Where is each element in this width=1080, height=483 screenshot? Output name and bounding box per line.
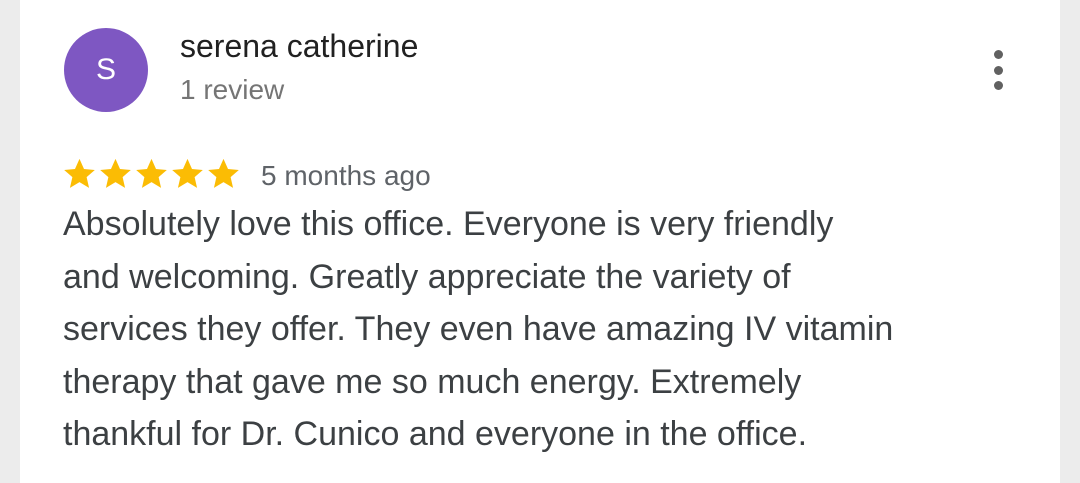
more-options-button[interactable] (984, 46, 1012, 94)
reviewer-name[interactable]: serena catherine (180, 28, 418, 65)
avatar[interactable]: S (64, 28, 148, 112)
star-icon (100, 158, 131, 188)
more-vertical-icon (993, 50, 1003, 59)
review-card: S serena catherine 1 review 5 months ago… (20, 0, 1060, 483)
star-icon (208, 158, 239, 188)
more-vertical-icon-dot (993, 81, 1003, 90)
review-time: 5 months ago (261, 160, 431, 191)
reviewer-review-count: 1 review (180, 74, 285, 105)
star-icon (64, 158, 95, 188)
star-icon (136, 158, 167, 188)
star-rating (62, 156, 241, 192)
more-vertical-icon-dot (993, 65, 1003, 75)
star-icon (172, 158, 203, 188)
review-text: Absolutely love this office. Everyone is… (63, 205, 894, 453)
avatar-initial: S (95, 53, 116, 86)
